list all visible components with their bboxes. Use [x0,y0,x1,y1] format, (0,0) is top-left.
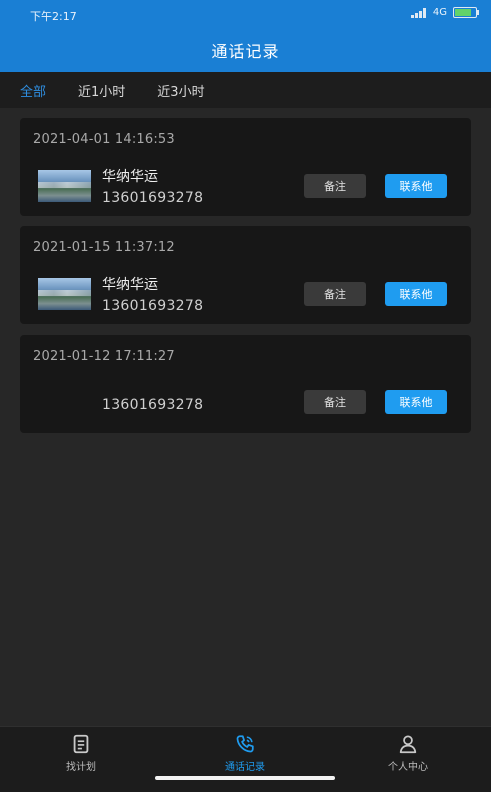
nav-label: 通话记录 [225,762,265,773]
phone-number: 13601693278 [102,298,204,314]
nav-call-records[interactable]: 通话记录 [195,733,295,777]
nav-label: 个人中心 [388,762,428,773]
title-bar: 通话记录 [0,28,491,72]
phone-number: 13601693278 [102,397,204,413]
phone-call-icon [236,735,254,753]
tab-last-1-hour[interactable]: 近1小时 [78,81,125,100]
nav-label: 找计划 [66,762,96,773]
tab-last-3-hours[interactable]: 近3小时 [157,81,204,100]
company-name: 华纳华运 [102,169,158,185]
phone-number: 13601693278 [102,190,204,206]
note-button[interactable]: 备注 [304,390,366,414]
company-thumbnail [38,170,91,202]
call-time: 2021-04-01 14:16:53 [33,132,175,147]
status-indicators: 4G [410,7,479,18]
signal-icon [410,7,427,18]
person-icon [399,735,417,754]
note-button[interactable]: 备注 [304,282,366,306]
contact-button[interactable]: 联系他 [385,174,447,198]
call-time: 2021-01-15 11:37:12 [33,240,175,255]
company-thumbnail [38,278,91,310]
call-record-card: 2021-04-01 14:16:53 华纳华运 13601693278 备注 … [20,118,471,216]
note-button[interactable]: 备注 [304,174,366,198]
contact-button[interactable]: 联系他 [385,390,447,414]
home-indicator [155,776,335,780]
call-time: 2021-01-12 17:11:27 [33,349,175,364]
page-title: 通话记录 [211,42,280,61]
status-time: 下午2:17 [30,10,77,23]
contact-button[interactable]: 联系他 [385,282,447,306]
company-name: 华纳华运 [102,277,158,293]
call-record-card: 2021-01-12 17:11:27 13601693278 备注 联系他 [20,335,471,433]
clipboard-icon [73,734,89,754]
network-label: 4G [432,7,447,18]
nav-find-plan[interactable]: 找计划 [31,733,131,777]
call-record-card: 2021-01-15 11:37:12 华纳华运 13601693278 备注 … [20,226,471,324]
tab-all[interactable]: 全部 [20,81,46,100]
filter-tabs: 全部 近1小时 近3小时 [0,72,491,108]
battery-icon [453,7,479,18]
status-bar: 下午2:17 4G [0,0,491,28]
bottom-nav: 找计划 通话记录 个人中心 [0,726,491,792]
nav-personal-center[interactable]: 个人中心 [358,733,458,777]
